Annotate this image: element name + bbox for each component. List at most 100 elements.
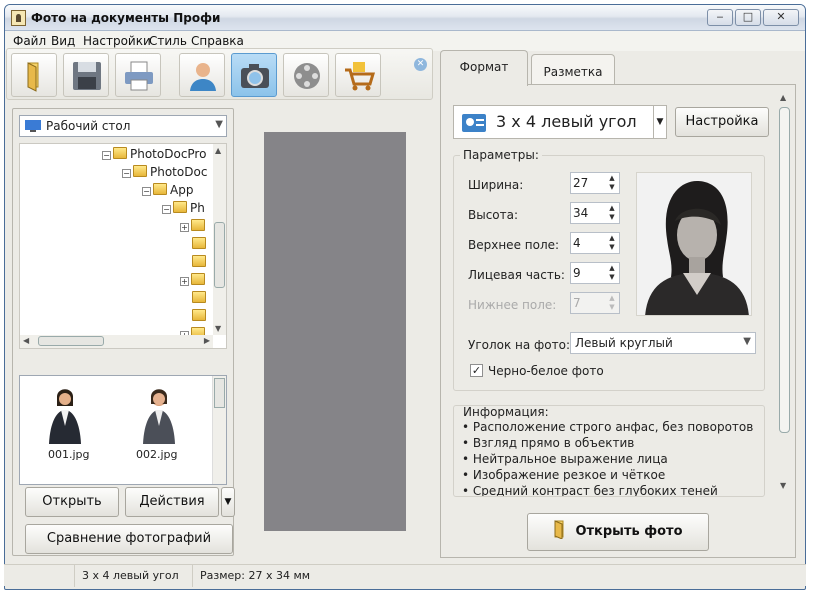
chevron-down-icon: ▼ xyxy=(743,336,751,347)
corner-value: Левый круглый xyxy=(575,336,673,350)
photo-preview xyxy=(264,132,406,531)
app-icon xyxy=(11,10,26,26)
stepper-arrows-icon: ▲ ▼ xyxy=(609,294,615,311)
folder-icon xyxy=(153,183,167,195)
corner-dropdown[interactable]: Левый круглый ▼ xyxy=(570,332,756,354)
scroll-thumb[interactable] xyxy=(214,222,225,288)
open-photo-button[interactable]: Открыть фото xyxy=(527,513,709,551)
menu-file[interactable]: Файл xyxy=(13,34,46,48)
expand-icon[interactable]: − xyxy=(122,169,131,178)
scroll-thumb[interactable] xyxy=(38,336,104,346)
face-stepper[interactable]: 9 ▲ ▼ xyxy=(570,262,620,284)
face-label: Лицевая часть: xyxy=(468,268,565,282)
tree-horizontal-scrollbar[interactable]: ◀ ▶ xyxy=(20,335,213,348)
format-value: 3 x 4 левый угол xyxy=(496,112,637,131)
actions-button[interactable]: Действия xyxy=(125,487,219,517)
folder-tree: −PhotoDocPro −PhotoDoc −App −Ph + + + ▲ … xyxy=(19,143,227,349)
thumbnail-image xyxy=(143,389,175,444)
film-tool-button[interactable] xyxy=(283,53,329,97)
tree-item[interactable]: + xyxy=(180,273,208,287)
expand-icon[interactable]: − xyxy=(142,187,151,196)
stepper-arrows-icon[interactable]: ▲ ▼ xyxy=(606,264,618,282)
tree-item[interactable] xyxy=(192,237,209,251)
print-tool-button[interactable] xyxy=(115,53,161,97)
maximize-button[interactable]: □ xyxy=(735,9,761,26)
folder-icon xyxy=(173,201,187,213)
folder-icon xyxy=(192,291,206,303)
desktop-icon xyxy=(25,120,41,132)
expand-icon[interactable]: − xyxy=(162,205,171,214)
close-button[interactable]: ✕ xyxy=(763,9,799,26)
settings-button[interactable]: Настройка xyxy=(675,107,769,137)
tree-item[interactable] xyxy=(192,309,209,323)
save-tool-button[interactable] xyxy=(63,53,109,97)
thumbnail-image xyxy=(49,389,81,444)
panel-scrollbar[interactable]: ▲ ▼ xyxy=(779,93,791,497)
tree-item[interactable]: − PhotoDoc xyxy=(122,165,207,179)
actions-dropdown-icon[interactable]: ▼ xyxy=(221,487,235,517)
cart-icon xyxy=(345,62,376,91)
thumbnail-scrollbar[interactable] xyxy=(212,376,226,484)
tree-vertical-scrollbar[interactable]: ▲ ▼ xyxy=(213,144,226,335)
height-label: Высота: xyxy=(468,208,519,222)
open-tool-button[interactable] xyxy=(11,53,57,97)
tree-item[interactable]: − Ph xyxy=(162,201,205,215)
tree-item[interactable]: + xyxy=(180,219,208,233)
stepper-arrows-icon[interactable]: ▲ ▼ xyxy=(606,234,618,252)
tree-item[interactable]: − App xyxy=(142,183,193,197)
scroll-down-icon[interactable]: ▼ xyxy=(780,481,786,490)
thumbnail-item[interactable] xyxy=(138,386,180,447)
tree-item[interactable] xyxy=(192,291,209,305)
expand-icon[interactable]: + xyxy=(180,277,189,286)
toolbar xyxy=(6,48,433,100)
scroll-left-icon[interactable]: ◀ xyxy=(23,336,29,345)
open-button[interactable]: Открыть xyxy=(25,487,119,517)
panel-close-icon[interactable]: ✕ xyxy=(414,58,427,71)
info-text: Нейтральное выражение лица xyxy=(472,452,668,466)
camera-tool-button[interactable] xyxy=(231,53,277,97)
chevron-down-icon: ▼ xyxy=(215,119,223,130)
sample-portrait-image xyxy=(637,173,751,315)
folder-icon xyxy=(192,309,206,321)
menu-view[interactable]: Вид xyxy=(51,34,75,48)
location-dropdown[interactable]: Рабочий стол ▼ xyxy=(19,115,227,137)
cart-tool-button[interactable] xyxy=(335,53,381,97)
scroll-thumb[interactable] xyxy=(214,378,225,408)
thumbnail-item[interactable] xyxy=(44,386,86,447)
scroll-thumb[interactable] xyxy=(779,107,790,433)
folder-icon xyxy=(133,165,147,177)
scroll-up-icon[interactable]: ▲ xyxy=(780,93,786,102)
top-margin-stepper[interactable]: 4 ▲ ▼ xyxy=(570,232,620,254)
stepper-arrows-icon[interactable]: ▲ ▼ xyxy=(606,204,618,222)
height-stepper[interactable]: 34 ▲ ▼ xyxy=(570,202,620,224)
tab-format[interactable]: Формат xyxy=(440,50,528,86)
title-bar: Фото на документы Профи ‒ □ ✕ xyxy=(5,5,805,31)
tree-item[interactable] xyxy=(192,255,209,269)
menu-settings[interactable]: Настройки xyxy=(83,34,151,48)
stepper-arrows-icon[interactable]: ▲ ▼ xyxy=(606,174,618,192)
tab-markup[interactable]: Разметка xyxy=(531,54,615,86)
menu-help[interactable]: Справка xyxy=(191,34,244,48)
film-icon xyxy=(294,63,320,89)
bw-checkbox[interactable]: ✓ xyxy=(470,364,483,377)
tree-item[interactable]: − PhotoDocPro xyxy=(102,147,206,161)
compare-photos-button[interactable]: Сравнение фотографий xyxy=(25,524,233,554)
tree-item-label: PhotoDoc xyxy=(150,165,208,179)
scroll-right-icon[interactable]: ▶ xyxy=(204,336,210,345)
scroll-up-icon[interactable]: ▲ xyxy=(215,146,221,155)
width-stepper[interactable]: 27 ▲ ▼ xyxy=(570,172,620,194)
menu-style[interactable]: Стиль xyxy=(149,34,187,48)
format-dropdown[interactable]: 3 x 4 левый угол xyxy=(453,105,665,139)
bottom-margin-label: Нижнее поле: xyxy=(468,298,557,312)
width-value: 27 xyxy=(573,176,589,190)
minimize-button[interactable]: ‒ xyxy=(707,9,733,26)
user-tool-button[interactable] xyxy=(179,53,225,97)
format-chevron-down-icon[interactable]: ▼ xyxy=(653,105,667,139)
expand-icon[interactable]: − xyxy=(102,151,111,160)
camera-icon xyxy=(241,64,269,88)
folder-icon xyxy=(191,219,205,231)
window-title: Фото на документы Профи xyxy=(31,11,221,25)
expand-icon[interactable]: + xyxy=(180,223,189,232)
bottom-margin-value: 7 xyxy=(573,296,581,310)
scroll-down-icon[interactable]: ▼ xyxy=(215,324,221,333)
